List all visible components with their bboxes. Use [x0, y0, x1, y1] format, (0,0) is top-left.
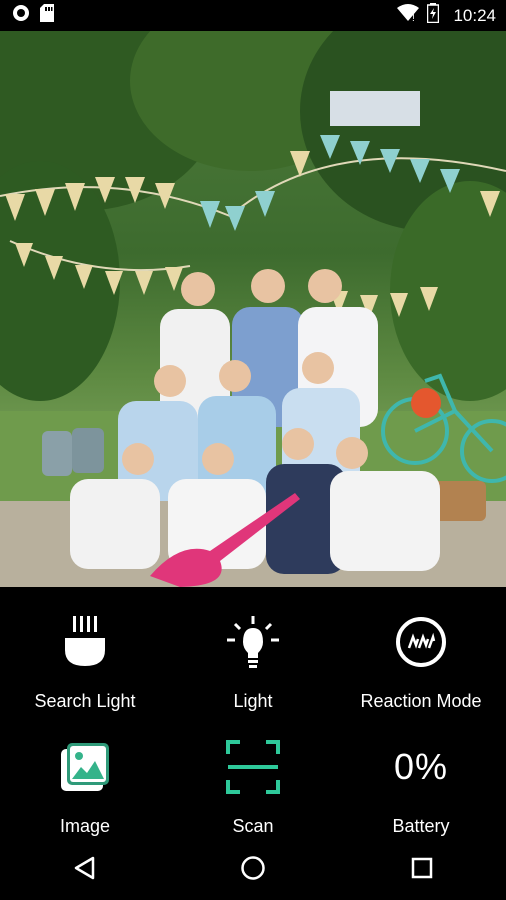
light-button[interactable]: Light — [169, 607, 337, 712]
svg-text:!: ! — [412, 13, 415, 22]
battery-item: 0% Battery — [337, 732, 505, 837]
image-label: Image — [59, 816, 111, 836]
recents-icon — [411, 857, 433, 884]
light-label: Light — [233, 691, 273, 711]
battery-percentage: 0% — [393, 746, 449, 787]
reaction-mode-label: Reaction Mode — [360, 691, 482, 711]
status-time: 10:24 — [453, 5, 496, 25]
wifi-icon: ! — [397, 4, 420, 27]
searchlight-icon — [63, 607, 107, 677]
scan-label: Scan — [232, 816, 274, 836]
battery-charging-icon — [427, 3, 440, 28]
recents-button[interactable] — [392, 840, 452, 900]
scan-button[interactable]: Scan — [169, 732, 337, 837]
home-icon — [240, 855, 266, 886]
back-icon — [73, 856, 95, 885]
battery-value-container: 0% — [394, 732, 448, 802]
reaction-mode-icon — [394, 607, 448, 677]
navigation-bar — [0, 840, 506, 900]
image-button[interactable]: Image — [1, 732, 169, 837]
feature-grid: Search Light Light Reaction Mode Image S… — [0, 587, 506, 837]
reaction-mode-button[interactable]: Reaction Mode — [337, 607, 505, 712]
image-gallery-icon — [57, 732, 113, 802]
home-button[interactable] — [223, 840, 283, 900]
sd-card-icon — [40, 4, 54, 27]
scan-frame-icon — [226, 732, 280, 802]
search-light-button[interactable]: Search Light — [1, 607, 169, 712]
group-photo — [0, 31, 506, 587]
search-light-label: Search Light — [34, 691, 136, 711]
circle-notification-icon — [12, 4, 30, 27]
back-button[interactable] — [54, 840, 114, 900]
lightbulb-icon — [225, 607, 281, 677]
battery-label: Battery — [392, 816, 450, 836]
status-bar: ! 10:24 — [0, 0, 506, 31]
